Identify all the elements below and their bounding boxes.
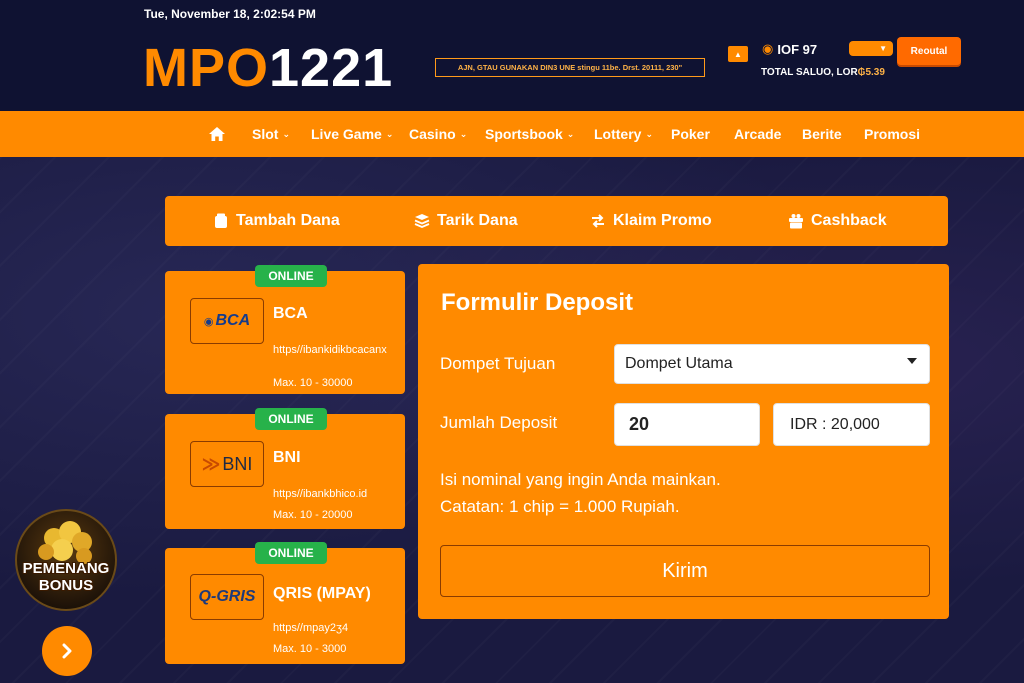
nav-live-game[interactable]: Live Game ⌄ — [311, 111, 393, 157]
credit-balance: ◉ IOF 97 — [762, 41, 817, 57]
bni-logo: ≫ BNI — [190, 441, 264, 487]
qris-logo: Q-GRIS — [190, 574, 264, 620]
bca-logo: ◉ BCA — [190, 298, 264, 344]
collapse-button[interactable]: ▲ — [728, 46, 748, 62]
nav-sportsbook[interactable]: Sportsbook ⌄ — [485, 111, 574, 157]
caret-down-icon — [907, 358, 917, 364]
account-dropdown[interactable]: ▼ — [849, 41, 893, 56]
chevron-down-icon: ⌄ — [645, 128, 653, 139]
main-nav: Slot ⌄ Live Game ⌄ Casino ⌄ Sportsbook ⌄ Lot… — [0, 111, 1024, 157]
announcement-marquee: AJN, GTAU GUNAKAN DIN3 UNE stingu 11be. … — [435, 58, 705, 77]
chevron-right-icon — [62, 643, 72, 659]
tab-claim-promo[interactable]: Klaim Promo — [590, 196, 712, 246]
nav-lottery[interactable]: Lottery ⌄ — [594, 111, 653, 157]
total-amount: ₲5.39 — [857, 67, 885, 78]
datetime: Tue, November 18, 2:02:54 PM — [144, 7, 316, 21]
bank-logo-icon: ◉ — [203, 315, 214, 328]
chevron-up-icon: ▲ — [734, 49, 742, 59]
chevron-down-icon: ⌄ — [282, 128, 290, 139]
bank-url: https//ibankidikbcacanx — [273, 344, 387, 356]
chevron-down-icon: ⌄ — [459, 128, 468, 139]
bank-url: https//ibankbhico.id — [273, 488, 368, 500]
idr-value: IDR : 20,000 — [790, 415, 880, 433]
amount-label: Jumlah Deposit — [440, 413, 558, 432]
idr-conversion: IDR : 20,000 — [773, 403, 930, 446]
next-button[interactable] — [42, 626, 92, 676]
chevron-down-icon: ⌄ — [385, 128, 394, 139]
wallet-action-bar: Tambah Dana Tarik Dana Klaim Promo Cashb… — [165, 196, 948, 246]
tab-deposit[interactable]: Tambah Dana — [213, 196, 340, 246]
nav-casino[interactable]: Casino ⌄ — [409, 111, 467, 157]
winner-badge-label: PEMENANG BONUS — [22, 560, 110, 594]
status-badge: ONLINE — [255, 408, 327, 430]
nav-arcade[interactable]: Arcade — [734, 111, 781, 157]
bank-card-bca[interactable]: ONLINE ◉ BCA BCA https//ibankidikbcacanx … — [165, 265, 405, 394]
logout-button[interactable]: Reoutal — [897, 37, 961, 65]
bank-name: BNI — [273, 449, 301, 466]
bank-limit: Max. 10 - 20000 — [273, 509, 353, 521]
marquee-text: AJN, GTAU GUNAKAN DIN3 UNE stingu 11be. … — [457, 63, 683, 72]
chevron-down-icon: ▼ — [879, 44, 887, 53]
bank-url: https//mpay2ʒ4 — [273, 622, 349, 634]
bank-card-bni[interactable]: ONLINE ≫ BNI BNI https//ibankbhico.id Max… — [165, 408, 405, 529]
bank-name: BCA — [273, 305, 308, 322]
submit-button[interactable]: Kirim — [440, 545, 930, 597]
form-title: Formulir Deposit — [441, 289, 634, 316]
coin-icon: ◉ — [762, 41, 774, 56]
stack-icon — [414, 214, 430, 228]
bank-card-qris[interactable]: ONLINE Q-GRIS QRIS (MPAY) https//mpay2ʒ4… — [165, 542, 405, 664]
nav-promosi[interactable]: Promosi — [864, 111, 920, 157]
bank-limit: Max. 10 - 30000 — [273, 377, 353, 389]
site-logo[interactable]: MPO1221 — [143, 40, 393, 96]
nav-berite[interactable]: Berite — [802, 111, 842, 157]
chip-note: Catatan: 1 chip = 1.000 Rupiah. — [440, 497, 680, 516]
wallet-value: Dompet Utama — [625, 355, 733, 372]
chevron-down-icon: ⌄ — [566, 128, 575, 139]
wallet-icon — [215, 213, 227, 228]
amount-input[interactable] — [614, 403, 760, 446]
nav-poker[interactable]: Poker — [671, 111, 710, 157]
exchange-icon — [592, 214, 604, 228]
nav-slot[interactable]: Slot ⌄ — [252, 111, 290, 157]
total-balance: TOTAL SALUO, LOR₲5.39 — [761, 67, 885, 78]
nav-home[interactable] — [209, 111, 225, 157]
logo-part2: 1221 — [269, 38, 394, 98]
wallet-select[interactable]: Dompet Utama — [614, 344, 930, 384]
deposit-form: Formulir Deposit Dompet Tujuan Dompet Ut… — [418, 264, 949, 619]
gift-icon — [789, 214, 803, 229]
home-icon — [209, 127, 225, 141]
status-badge: ONLINE — [255, 265, 327, 287]
tab-cashback[interactable]: Cashback — [788, 196, 887, 246]
site-header: Tue, November 18, 2:02:54 PM MPO1221 AJN… — [0, 0, 1024, 111]
logo-part1: MPO — [143, 38, 270, 98]
form-note: Isi nominal yang ingin Anda mainkan. — [440, 470, 721, 489]
tab-withdraw[interactable]: Tarik Dana — [414, 196, 518, 246]
bank-limit: Max. 10 - 3000 — [273, 643, 347, 655]
credit-value: IOF 97 — [777, 41, 818, 57]
bank-logo-icon: ≫ — [201, 453, 221, 474]
total-label: TOTAL SALUO, LOR — [761, 67, 858, 78]
bank-name: QRIS (MPAY) — [273, 585, 371, 602]
status-badge: ONLINE — [255, 542, 327, 564]
wallet-label: Dompet Tujuan — [440, 354, 556, 373]
